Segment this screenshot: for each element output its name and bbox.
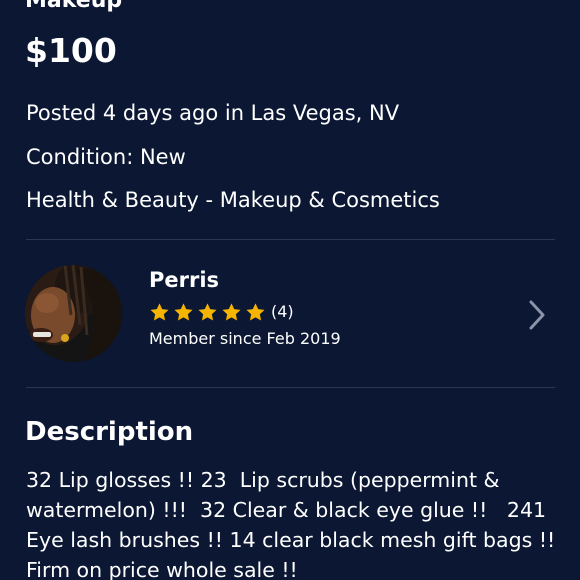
avatar[interactable] bbox=[25, 265, 122, 362]
listing-title: Makeup bbox=[25, 0, 123, 13]
listing-price: $100 bbox=[25, 31, 117, 70]
listing-page: Makeup $100 Posted 4 days ago in Las Veg… bbox=[0, 0, 580, 580]
star-icon bbox=[198, 302, 217, 320]
description-body: 32 Lip glosses !! 23 Lip scrubs (pepperm… bbox=[26, 468, 562, 580]
star-icon bbox=[246, 302, 265, 320]
member-since: Member since Feb 2019 bbox=[149, 329, 341, 348]
posted-location: Posted 4 days ago in Las Vegas, NV bbox=[26, 101, 400, 125]
seller-rating: (4) bbox=[149, 300, 294, 324]
seller-name: Perris bbox=[149, 268, 220, 292]
chevron-right-icon[interactable] bbox=[526, 298, 548, 332]
divider bbox=[26, 387, 555, 388]
condition: Condition: New bbox=[26, 145, 186, 169]
avatar-image bbox=[25, 265, 122, 362]
star-icon bbox=[222, 302, 241, 320]
description-heading: Description bbox=[25, 417, 194, 447]
star-icon bbox=[150, 302, 169, 320]
rating-count: (4) bbox=[271, 302, 294, 321]
star-icon bbox=[174, 302, 193, 320]
seller-card[interactable]: Perris (4) Member since Feb 2019 bbox=[0, 240, 580, 387]
category[interactable]: Health & Beauty - Makeup & Cosmetics bbox=[26, 186, 440, 214]
